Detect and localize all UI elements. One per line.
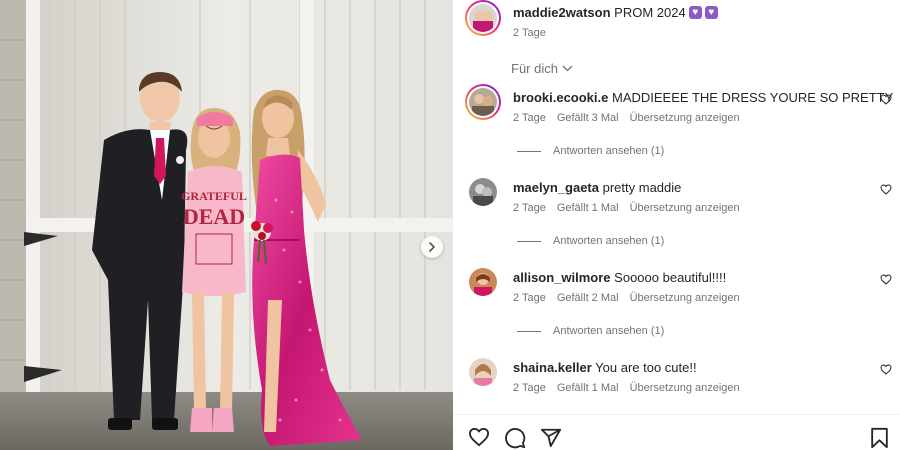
comment-text: You are too cute!!	[595, 360, 697, 375]
comment-username[interactable]: brooki.ecooki.e	[513, 90, 608, 105]
show-translation-link[interactable]: Übersetzung anzeigen	[630, 112, 740, 124]
comment-like-count[interactable]: Gefällt 3 Mal	[557, 112, 619, 124]
shirt-print-text-large: DEAD	[183, 204, 245, 229]
comment-like-count[interactable]: Gefällt 2 Mal	[557, 292, 619, 304]
comment-icon[interactable]	[504, 427, 526, 449]
post-age[interactable]: 2 Tage	[513, 27, 546, 39]
show-translation-link[interactable]: Übersetzung anzeigen	[630, 382, 740, 394]
view-replies-button[interactable]: Antworten ansehen (1)	[517, 235, 664, 247]
heart-icon[interactable]	[880, 364, 892, 375]
heart-icon[interactable]	[880, 184, 892, 195]
comments-panel: maddie2watson PROM 2024 2 Tage Für dich …	[453, 0, 900, 450]
view-replies-label: Antworten ansehen (1)	[553, 235, 665, 247]
replies-divider	[517, 150, 541, 152]
replies-divider	[517, 240, 541, 242]
comment-filter-dropdown[interactable]: Für dich	[511, 61, 573, 76]
replies-divider	[517, 330, 541, 332]
post-action-bar	[453, 414, 900, 450]
heart-icon[interactable]	[468, 427, 490, 447]
chevron-right-icon	[429, 242, 436, 252]
view-replies-button[interactable]: Antworten ansehen (1)	[517, 145, 664, 157]
comment-age[interactable]: 2 Tage	[513, 292, 546, 304]
comment-age[interactable]: 2 Tage	[513, 202, 546, 214]
caption-text: PROM 2024	[614, 5, 686, 20]
comment-text: MADDIEEEE THE DRESS YOURE SO PRETTY	[612, 90, 894, 105]
comment-like-count[interactable]: Gefällt 1 Mal	[557, 382, 619, 394]
commenter-avatar[interactable]	[465, 84, 501, 120]
filter-label: Für dich	[511, 61, 558, 76]
comment-username[interactable]: maelyn_gaeta	[513, 180, 599, 195]
share-icon[interactable]	[540, 427, 562, 449]
comment-username[interactable]: allison_wilmore	[513, 270, 611, 285]
heart-icon[interactable]	[880, 274, 892, 285]
comment-text: pretty maddie	[602, 180, 682, 195]
comment-like-count[interactable]: Gefällt 1 Mal	[557, 202, 619, 214]
commenter-avatar-image	[469, 268, 497, 296]
comment-age[interactable]: 2 Tage	[513, 112, 546, 124]
comment-username[interactable]: shaina.keller	[513, 360, 592, 375]
author-avatar[interactable]	[465, 0, 501, 36]
commenter-avatar-image	[469, 358, 497, 386]
commenter-avatar[interactable]	[469, 178, 497, 206]
commenter-avatar-image	[469, 88, 497, 116]
show-translation-link[interactable]: Übersetzung anzeigen	[630, 202, 740, 214]
view-replies-button[interactable]: Antworten ansehen (1)	[517, 325, 664, 337]
view-replies-label: Antworten ansehen (1)	[553, 145, 665, 157]
author-username[interactable]: maddie2watson	[513, 5, 611, 20]
carousel-next-button[interactable]	[421, 236, 443, 258]
purple-heart-emoji	[704, 6, 718, 19]
comment-text: Sooooo beautiful!!!!	[614, 270, 727, 285]
commenter-avatar[interactable]	[469, 358, 497, 386]
post-caption: maddie2watson PROM 2024	[513, 5, 718, 21]
bookmark-icon[interactable]	[870, 427, 889, 449]
view-replies-label: Antworten ansehen (1)	[553, 325, 665, 337]
author-avatar-image	[469, 4, 497, 32]
comment-age[interactable]: 2 Tage	[513, 382, 546, 394]
commenter-avatar[interactable]	[469, 268, 497, 296]
chevron-down-icon	[562, 65, 573, 72]
post-photo[interactable]: GRATEFUL DEAD	[0, 0, 453, 450]
show-translation-link[interactable]: Übersetzung anzeigen	[630, 292, 740, 304]
commenter-avatar-image	[469, 178, 497, 206]
shirt-print-text: GRATEFUL	[181, 189, 247, 203]
prom-photo-illustration: GRATEFUL DEAD	[0, 0, 453, 450]
purple-heart-emoji	[688, 6, 702, 19]
heart-icon[interactable]	[880, 94, 892, 105]
